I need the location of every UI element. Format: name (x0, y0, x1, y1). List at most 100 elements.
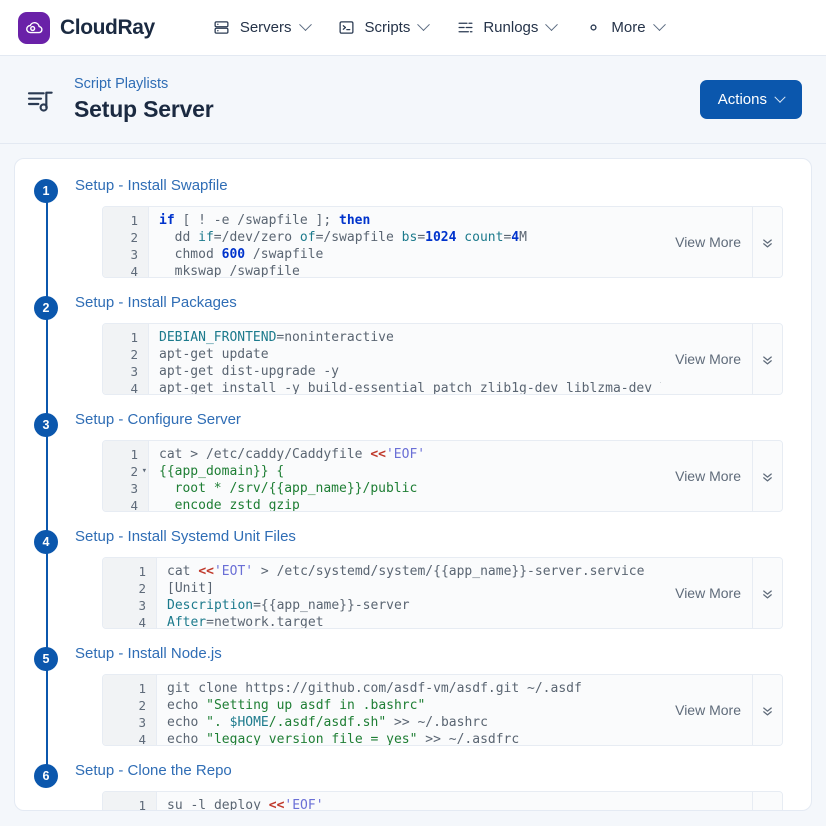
code-token: << (198, 564, 214, 579)
line-number: 2 (103, 697, 156, 714)
step-number-badge: 6 (34, 764, 58, 788)
step-title[interactable]: Setup - Install Packages (75, 294, 783, 312)
code-token: 'EOF' (284, 798, 323, 811)
code-token: chmod (159, 247, 222, 262)
code-token: then (339, 213, 370, 228)
step-title[interactable]: Setup - Install Node.js (75, 645, 783, 663)
step-title[interactable]: Setup - Configure Server (75, 411, 783, 429)
page-header: Script Playlists Setup Server Actions (0, 56, 826, 144)
code-token: 600 (222, 247, 245, 262)
double-chevron-down-icon[interactable] (752, 441, 782, 511)
line-number-gutter: 12▾34 (103, 441, 149, 511)
code-fold-icon[interactable]: ▾ (142, 463, 147, 480)
code-token: = (417, 230, 425, 245)
line-number: 2 (103, 346, 148, 363)
code-block: 12▾34 cat > /etc/caddy/Caddyfile <<'EOF' {… (102, 440, 783, 512)
code-token: apt-get install -y build-essential patch… (159, 381, 668, 394)
code-token: of (300, 230, 316, 245)
line-number: 1 (103, 212, 148, 229)
code-token: Description (167, 598, 253, 613)
code-token: encode zstd gzip (159, 498, 300, 511)
code-token: M (519, 230, 527, 245)
step-number-badge: 2 (34, 296, 58, 320)
double-chevron-down-icon[interactable] (752, 207, 782, 277)
code-token: 4 (511, 230, 519, 245)
step-item: 2 Setup - Install Packages 1234DEBIAN_FRON… (33, 294, 783, 411)
step-item: 5 Setup - Install Node.js 1234git clone ht… (33, 645, 783, 762)
view-more-button[interactable]: View More (661, 207, 782, 277)
line-number: 3 (103, 597, 156, 614)
code-token: ={{app_name}}-server (253, 598, 410, 613)
code-token: << (269, 798, 285, 811)
brand-logo-link[interactable]: CloudRay (16, 12, 155, 44)
brand-name: CloudRay (60, 16, 155, 40)
code-token: 'EOT' (214, 564, 253, 579)
line-number-gutter: 1234 (103, 558, 157, 628)
double-chevron-down-icon[interactable] (752, 792, 782, 811)
code-token: =network.target (206, 615, 323, 628)
code-token: cat > /etc/caddy/Caddyfile (159, 447, 370, 462)
code-block: 1234DEBIAN_FRONTEND=noninteractiveapt-ge… (102, 323, 783, 395)
playlist-steps-card: 1 Setup - Install Swapfile 1234if [ ! -e /… (14, 158, 812, 811)
code-token: >> ~/.asdfrc (417, 732, 519, 745)
step-title[interactable]: Setup - Clone the Repo (75, 762, 783, 780)
view-more-button[interactable]: View More (661, 558, 782, 628)
code-block: 1234if [ ! -e /swapfile ]; then dd if=/d… (102, 206, 783, 278)
line-number: 1 (103, 563, 156, 580)
terminal-icon (338, 19, 356, 37)
nav-item-scripts[interactable]: Scripts (328, 12, 439, 44)
playlist-icon (24, 83, 58, 117)
view-more-label: View More (675, 585, 752, 601)
code-token: {{app_domain}} { (159, 464, 284, 479)
nav-item-servers[interactable]: Servers (203, 12, 320, 44)
step-title[interactable]: Setup - Install Systemd Unit Files (75, 528, 783, 546)
code-token: echo (167, 732, 206, 745)
line-number: 2▾ (103, 463, 148, 480)
line-number: 4 (103, 380, 148, 395)
view-more-button[interactable]: View More (661, 324, 782, 394)
step-number-badge: 5 (34, 647, 58, 671)
nav-item-more[interactable]: More (574, 12, 673, 44)
line-number: 4 (103, 731, 156, 746)
double-chevron-down-icon[interactable] (752, 324, 782, 394)
code-token: cat (167, 564, 198, 579)
step-marker: 3 (33, 413, 59, 437)
code-token: << (370, 447, 386, 462)
line-number: 2 (103, 580, 156, 597)
step-item: 4 Setup - Install Systemd Unit Files 1234 c… (33, 528, 783, 645)
code-token: su -l deploy (167, 798, 269, 811)
top-navbar: CloudRay Servers (0, 0, 826, 56)
line-number: 3 (103, 480, 148, 497)
line-number: 1 (103, 680, 156, 697)
code-token: "Setting up asdf in .bashrc" (206, 698, 425, 713)
chevron-down-icon (774, 91, 785, 102)
view-more-label: View More (675, 468, 752, 484)
view-more-button[interactable]: View More (661, 675, 782, 745)
double-chevron-down-icon[interactable] (752, 558, 782, 628)
line-number: 4 (103, 263, 148, 278)
code-block: 1234git clone https://github.com/asdf-vm… (102, 674, 783, 746)
nav-item-label: Servers (240, 19, 292, 36)
breadcrumb[interactable]: Script Playlists (74, 75, 214, 95)
code-token: /.asdf/asdf.sh" (269, 715, 386, 730)
code-token: > /etc/systemd/system/{{app_name}}-serve… (253, 564, 644, 579)
step-number-badge: 1 (34, 179, 58, 203)
code-token: 'EOF' (386, 447, 425, 462)
code-block: 1234su -l deploy <<'EOF' mkdir -p /srv/{… (102, 791, 783, 811)
server-icon (213, 19, 231, 37)
chevron-down-icon (299, 18, 312, 31)
nav-item-runlogs[interactable]: Runlogs (446, 12, 566, 44)
actions-button[interactable]: Actions (700, 80, 802, 119)
view-more-button[interactable]: View More (661, 441, 782, 511)
nav-item-label: More (611, 19, 645, 36)
step-title[interactable]: Setup - Install Swapfile (75, 177, 783, 195)
line-number: 3 (103, 246, 148, 263)
line-number: 3 (103, 363, 148, 380)
line-number: 3 (103, 714, 156, 731)
code-token: $HOME (230, 715, 269, 730)
double-chevron-down-icon[interactable] (752, 675, 782, 745)
view-more-button[interactable]: View More (661, 792, 782, 811)
line-number: 4 (103, 614, 156, 629)
view-more-label: View More (675, 351, 752, 367)
actions-button-label: Actions (718, 91, 767, 108)
